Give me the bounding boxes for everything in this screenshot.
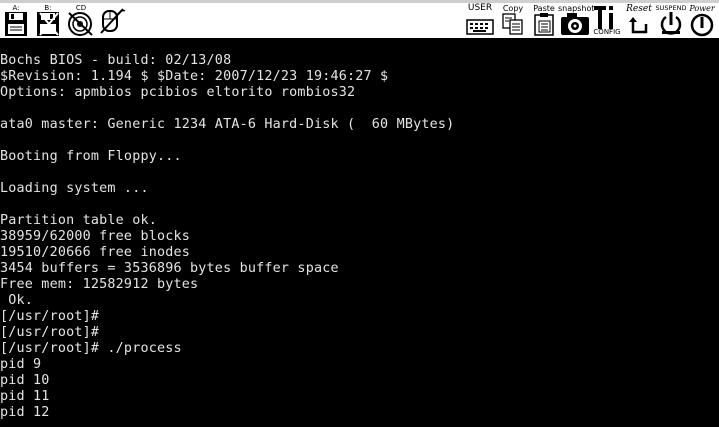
cdrom-button[interactable]: CD [66, 3, 96, 37]
console-line: 3454 buffers = 3536896 bytes buffer spac… [0, 261, 339, 276]
console-line: [/usr/root]# [0, 309, 100, 324]
emulator-screen[interactable]: Bochs BIOS - build: 02/13/08 $Revision: 1… [0, 39, 719, 427]
power-button[interactable]: Power [686, 3, 718, 37]
user-button[interactable]: USER [464, 3, 496, 37]
console-line: Ok. [0, 293, 34, 308]
console-line: Free mem: 12582912 bytes [0, 277, 199, 292]
snapshot-button[interactable]: snapshot [558, 3, 595, 37]
floppy-a-button[interactable]: A: [2, 3, 30, 37]
console-output: Bochs BIOS - build: 02/13/08 $Revision: 1… [0, 53, 454, 421]
reset-button[interactable]: Reset [624, 3, 654, 37]
console-line: pid 10 [0, 373, 50, 388]
copy-icon [502, 13, 523, 35]
suspend-button[interactable]: SUSPEND [654, 3, 688, 37]
user-icon [466, 19, 494, 35]
console-line: ata0 master: Generic 1234 ATA-6 Hard-Dis… [0, 117, 455, 132]
console-line: $Revision: 1.194 $ $Date: 2007/12/23 19:… [0, 69, 389, 84]
console-line: Loading system ... [0, 181, 149, 196]
copy-button[interactable]: Copy [500, 3, 526, 37]
snapshot-icon [561, 13, 589, 35]
reset-icon [629, 17, 648, 34]
console-line: pid 11 [0, 389, 50, 404]
console-line: 38959/62000 free blocks [0, 229, 191, 244]
console-line: pid 9 [0, 357, 42, 372]
bochs-toolbar: A: B: CD USER Copy Paste snapshot CONFIG… [0, 0, 719, 39]
console-line: 19510/20666 free inodes [0, 245, 191, 260]
power-icon [690, 13, 714, 37]
floppy-b-icon [37, 12, 59, 36]
config-button[interactable]: CONFIG [592, 3, 622, 37]
console-line: Options: apmbios pcibios eltorito rombio… [0, 85, 356, 100]
mouse-icon [100, 8, 126, 34]
mouse-capture-button[interactable] [98, 3, 128, 37]
paste-icon [534, 13, 554, 36]
suspend-icon [660, 12, 682, 35]
console-line: Partition table ok. [0, 213, 157, 228]
floppy-b-button[interactable]: B: [34, 3, 62, 37]
cdrom-icon [68, 12, 93, 36]
console-line: [/usr/root]# ./process [0, 341, 182, 356]
paste-button[interactable]: Paste [530, 3, 558, 37]
console-line: pid 12 [0, 405, 50, 420]
config-label: CONFIG [593, 28, 621, 36]
floppy-a-icon [5, 12, 27, 36]
console-line: Booting from Floppy... [0, 149, 182, 164]
console-line: [/usr/root]# [0, 325, 100, 340]
console-line: Bochs BIOS - build: 02/13/08 [0, 53, 232, 68]
